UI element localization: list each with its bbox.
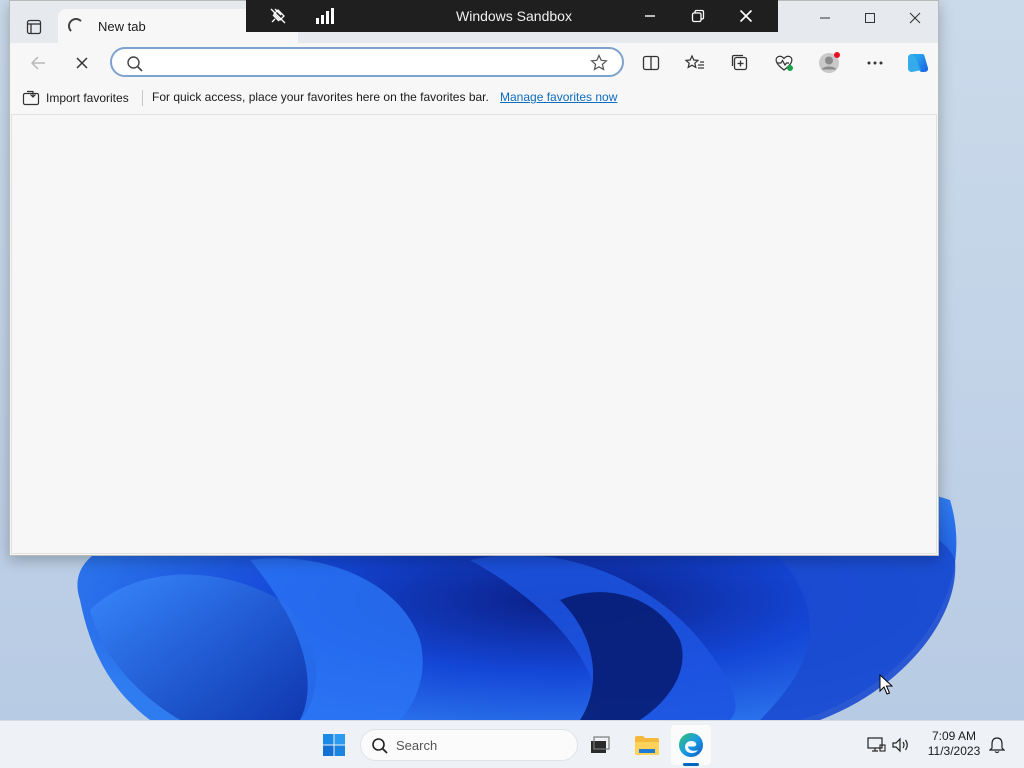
disconnect-pin-icon [270, 8, 286, 24]
speaker-icon [892, 737, 908, 753]
volume-icon[interactable] [891, 735, 911, 755]
favorites-divider [142, 90, 143, 106]
favorites-bar-message: For quick access, place your favorites h… [152, 90, 489, 104]
manage-favorites-link[interactable]: Manage favorites now [500, 90, 617, 104]
tab-actions-icon [26, 19, 42, 35]
split-screen-icon [642, 55, 660, 71]
close-icon [909, 12, 921, 24]
taskbar-search-label: Search [396, 738, 438, 753]
sandbox-restore-button[interactable] [678, 0, 718, 32]
profile-button[interactable] [813, 47, 845, 79]
windows-logo-icon [323, 734, 345, 756]
task-view-icon [591, 736, 610, 753]
address-bar[interactable] [110, 47, 624, 77]
sandbox-title-bar: Windows Sandbox [246, 0, 778, 32]
split-screen-button[interactable] [635, 47, 667, 79]
address-input[interactable] [152, 52, 576, 74]
tab-title: New tab [98, 18, 146, 34]
task-view-button[interactable] [580, 725, 620, 765]
browser-essentials-button[interactable] [768, 47, 800, 79]
close-icon [739, 9, 753, 23]
copilot-button[interactable] [902, 47, 934, 79]
ethernet-monitor-icon [867, 737, 886, 752]
tab-actions-button[interactable] [18, 13, 50, 41]
clock-date: 11/3/2023 [927, 744, 981, 758]
favorites-list-icon [685, 54, 704, 69]
sandbox-minimize-button[interactable] [630, 0, 670, 32]
notifications-button[interactable] [987, 735, 1007, 755]
clock-time: 7:09 AM [931, 729, 977, 743]
loading-spinner-icon [68, 18, 84, 34]
stop-loading-button[interactable] [66, 47, 98, 79]
collections-button[interactable] [724, 47, 756, 79]
heart-pulse-icon [775, 55, 793, 71]
connection-quality-button[interactable] [306, 0, 346, 32]
restore-icon [691, 9, 705, 23]
maximize-icon [865, 13, 875, 23]
import-favorites-icon [22, 90, 40, 106]
favorite-star-icon[interactable] [590, 54, 608, 72]
sandbox-close-button[interactable] [726, 0, 766, 32]
copilot-icon [908, 54, 929, 72]
search-icon [372, 738, 388, 754]
file-explorer-button[interactable] [627, 725, 667, 765]
settings-more-button[interactable] [859, 47, 891, 79]
import-favorites-button[interactable]: Import favorites [22, 88, 129, 108]
disconnect-button[interactable] [258, 0, 298, 32]
folder-icon [635, 736, 659, 755]
back-button[interactable] [22, 47, 54, 79]
taskbar-search-box[interactable]: Search [360, 729, 578, 761]
minimize-icon [645, 15, 655, 17]
minimize-icon [820, 17, 830, 19]
taskbar: Search 7:09 AM 11/3/2023 [0, 720, 1024, 768]
avatar-icon [819, 52, 840, 73]
bell-icon [989, 737, 1005, 754]
favorites-button[interactable] [679, 47, 711, 79]
sandbox-window-title: Windows Sandbox [456, 8, 572, 24]
start-button[interactable] [314, 725, 354, 765]
close-window-button[interactable] [892, 1, 938, 35]
more-dots-icon [867, 61, 883, 65]
edge-browser-window: New tab Import favorites For quick acces… [9, 0, 939, 556]
browser-toolbar [10, 43, 938, 83]
collections-icon [731, 54, 748, 71]
mouse-pointer-icon [879, 674, 893, 695]
edge-browser-icon [679, 733, 703, 757]
import-favorites-label: Import favorites [46, 91, 129, 105]
maximize-button[interactable] [847, 1, 893, 35]
minimize-button[interactable] [802, 1, 848, 35]
stop-icon [76, 57, 88, 69]
active-app-indicator [683, 763, 699, 766]
page-content-area [11, 114, 937, 554]
taskbar-clock[interactable]: 7:09 AM 11/3/2023 [918, 729, 990, 759]
search-icon [127, 56, 143, 72]
network-icon[interactable] [866, 735, 886, 755]
back-arrow-icon [30, 56, 45, 70]
edge-taskbar-button[interactable] [671, 725, 711, 765]
signal-bars-icon [316, 8, 334, 24]
favorites-bar: Import favorites For quick access, place… [10, 83, 938, 113]
